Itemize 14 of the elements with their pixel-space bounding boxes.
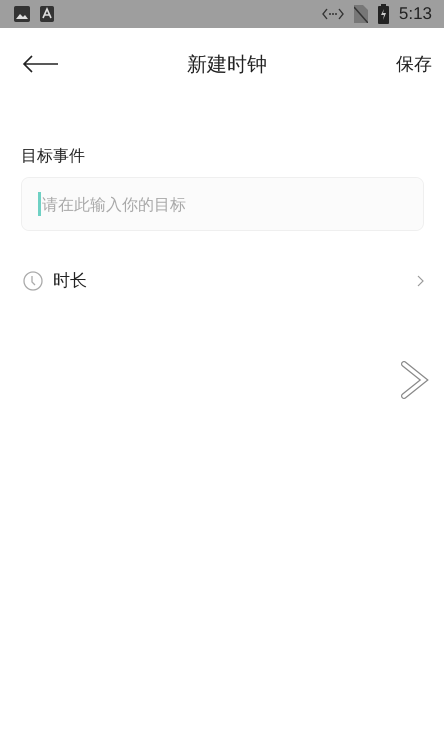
field-label: 目标事件 [21,146,86,167]
page-title: 新建时钟 [187,50,267,78]
chevron-right-icon[interactable] [417,274,424,286]
no-sim-icon [354,5,368,23]
battery-icon [378,4,389,24]
clock-icon [23,270,43,290]
font-icon [40,6,54,22]
code-icon [322,8,344,20]
image-icon [14,6,30,22]
goal-input-field[interactable]: 请在此输入你的目标 [21,177,424,231]
duration-label: 时长 [53,270,88,292]
back-arrow-icon[interactable] [22,54,58,74]
status-time: 5:13 [398,4,432,24]
save-button[interactable]: 保存 [396,52,432,76]
